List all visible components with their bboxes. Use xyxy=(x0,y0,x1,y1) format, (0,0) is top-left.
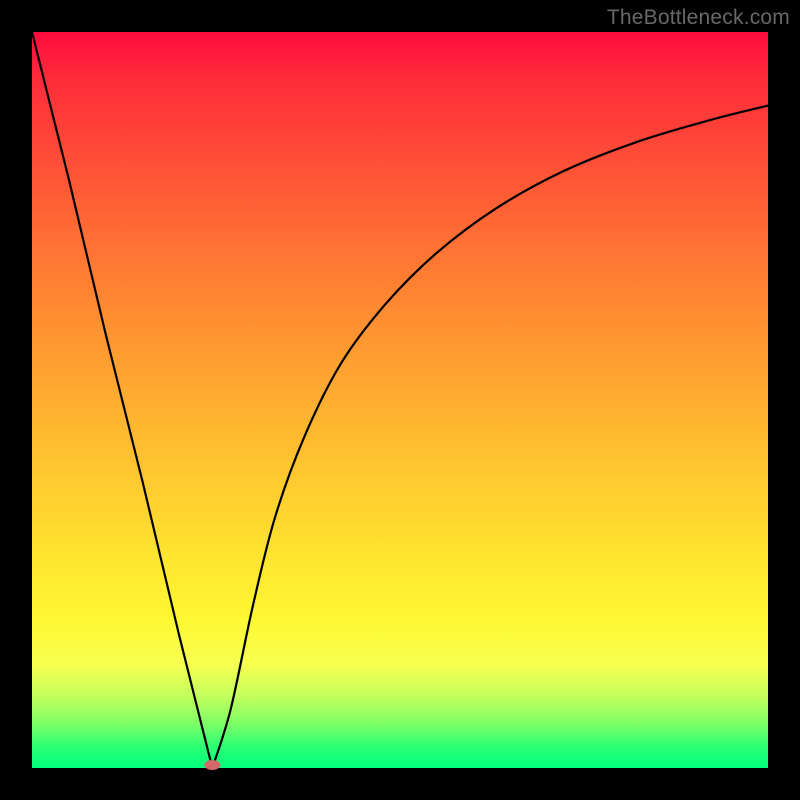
chart-frame: TheBottleneck.com xyxy=(0,0,800,800)
attribution-text: TheBottleneck.com xyxy=(607,6,790,30)
bottleneck-curve xyxy=(32,32,768,768)
plot-area xyxy=(32,32,768,768)
curve-svg xyxy=(32,32,768,768)
minimum-marker xyxy=(204,760,220,770)
